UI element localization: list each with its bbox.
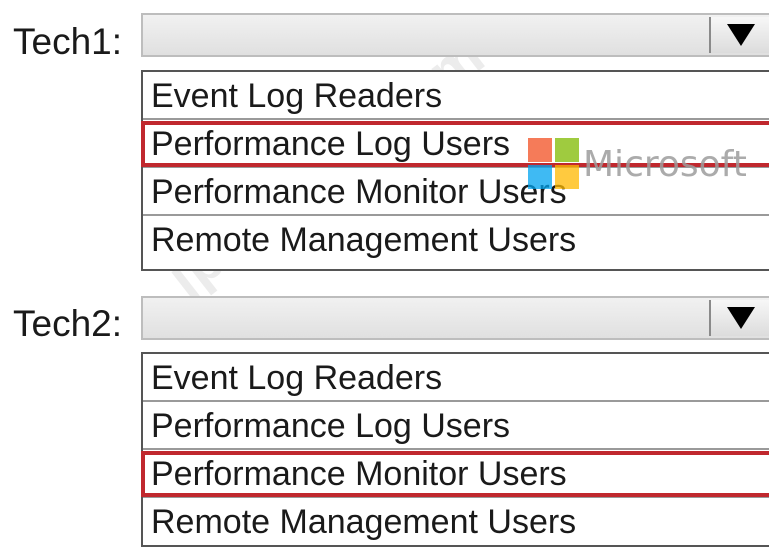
tech2-group: Tech2: Event Log Readers Performance Log… [0,290,769,547]
tech1-option-remote-management-users[interactable]: Remote Management Users [143,216,769,264]
tech2-options-list: Event Log Readers Performance Log Users … [141,352,769,547]
tech1-dropdown[interactable] [141,13,769,57]
chevron-down-icon [727,307,755,329]
tech2-dropdown-button[interactable] [709,300,769,336]
tech1-group: Tech1: Event Log Readers Performance Log… [0,0,769,275]
tech1-label: Tech1: [13,21,123,62]
tech2-option-remote-management-users[interactable]: Remote Management Users [143,498,769,546]
tech2-label: Tech2: [13,303,123,344]
tech2-option-performance-log-users[interactable]: Performance Log Users [143,402,769,450]
tech2-option-event-log-readers[interactable]: Event Log Readers [143,354,769,402]
microsoft-logo-icon [528,138,580,190]
tech2-option-performance-monitor-users[interactable]: Performance Monitor Users [141,450,769,498]
tech2-dropdown[interactable] [141,296,769,340]
chevron-down-icon [727,24,755,46]
watermark-brand-text: Microsoft [583,144,747,185]
tech1-option-event-log-readers[interactable]: Event Log Readers [143,72,769,120]
tech1-dropdown-button[interactable] [709,17,769,53]
